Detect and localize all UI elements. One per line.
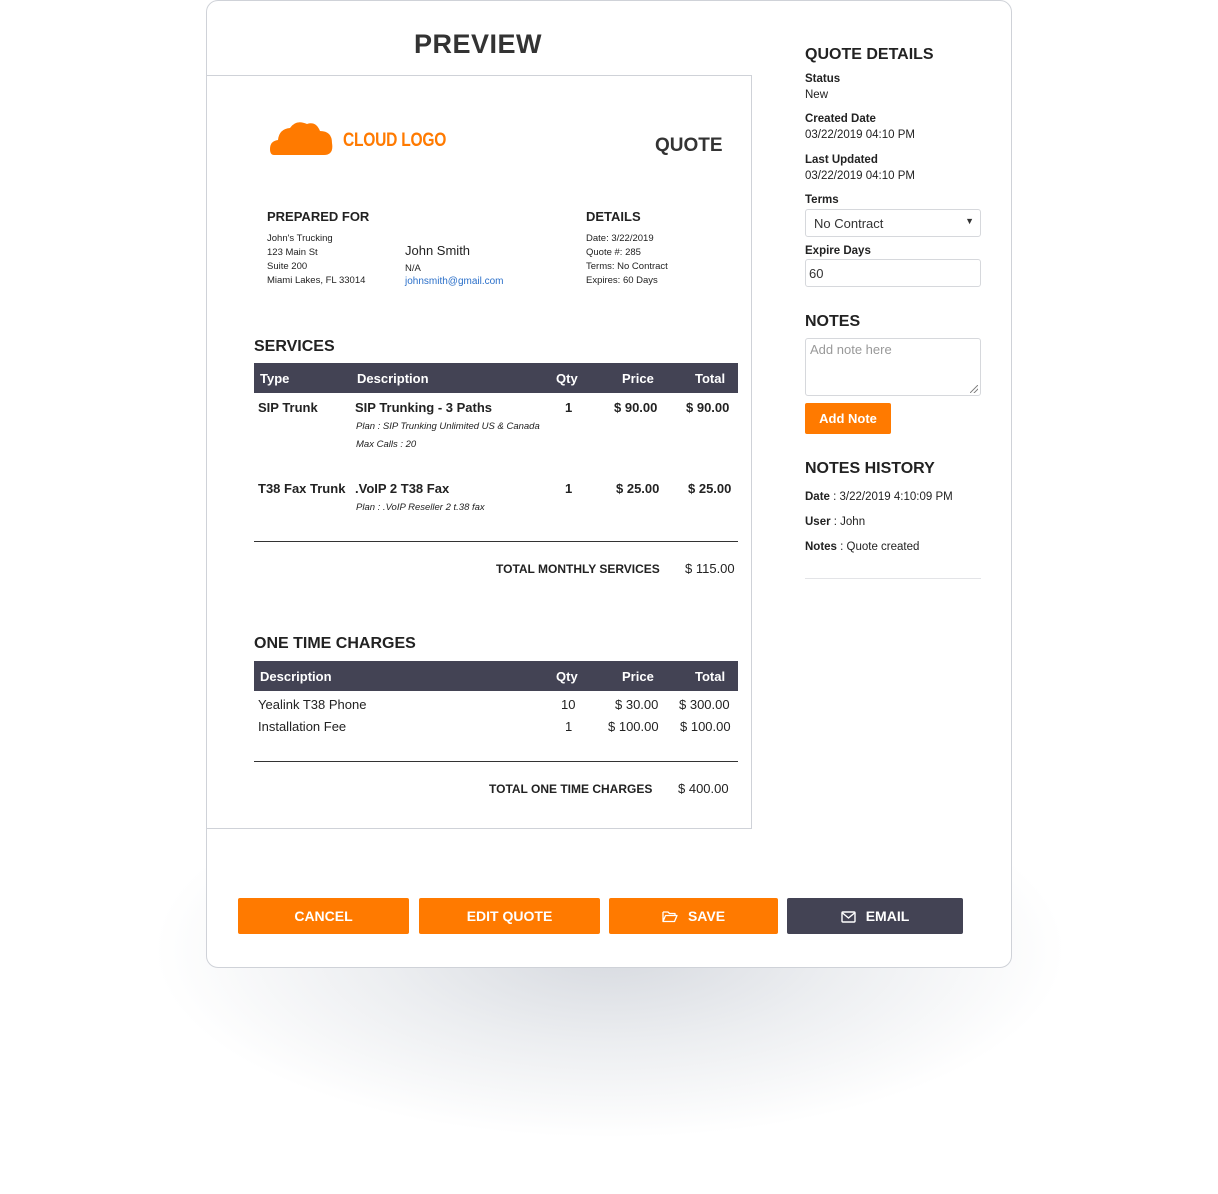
notes-history-divider	[805, 578, 981, 579]
caret-down-icon: ▼	[965, 216, 974, 226]
last-updated-value: 03/22/2019 04:10 PM	[805, 170, 915, 182]
service-row-2-qty: 1	[565, 481, 573, 496]
customer-address2: Suite 200	[267, 261, 308, 272]
charge-row-2-qty: 1	[565, 719, 573, 734]
charge-row-2-price: $ 100.00	[608, 719, 659, 734]
cancel-button[interactable]: CANCEL	[238, 898, 409, 934]
history-notes: Notes : Quote created	[805, 541, 920, 553]
edit-quote-button[interactable]: EDIT QUOTE	[419, 898, 600, 934]
prepared-for-heading: PREPARED FOR	[267, 209, 370, 224]
one-time-total-value: $ 400.00	[678, 781, 729, 796]
add-note-button[interactable]: Add Note	[805, 403, 891, 434]
logo-text: CLOUD LOGO	[343, 130, 447, 151]
services-heading: SERVICES	[254, 338, 335, 355]
service-row-1-price: $ 90.00	[614, 400, 658, 415]
services-total-label: TOTAL MONTHLY SERVICES	[496, 562, 660, 576]
notes-history-heading: NOTES HISTORY	[805, 460, 935, 477]
quote-preview-window: PREVIEW CLOUD LOGO QUOTE PREPARED FOR Jo…	[206, 0, 1012, 968]
one-time-table-header: Description Qty Price Total	[254, 661, 738, 691]
details-expires: Expires: 60 Days	[586, 275, 658, 286]
charge-row-1-price: $ 30.00	[615, 697, 659, 712]
service-row-1-extra: Max Calls : 20	[356, 439, 417, 450]
charge-row-1-description: Yealink T38 Phone	[258, 697, 367, 712]
service-row-1-type: SIP Trunk	[258, 400, 318, 415]
expire-days-label: Expire Days	[805, 245, 871, 257]
col-total: Total	[695, 371, 726, 386]
document-type: QUOTE	[655, 135, 723, 156]
details-date: Date: 3/22/2019	[586, 233, 654, 244]
col-description: Description	[260, 669, 332, 684]
quote-details-heading: QUOTE DETAILS	[805, 46, 934, 63]
created-date-label: Created Date	[805, 113, 876, 125]
envelope-icon	[841, 911, 856, 923]
resize-handle-icon[interactable]	[970, 385, 978, 393]
created-date-value: 03/22/2019 04:10 PM	[805, 129, 915, 141]
service-row-2-type: T38 Fax Trunk	[258, 481, 346, 496]
customer-city: Miami Lakes, FL 33014	[267, 275, 366, 286]
col-description: Description	[357, 371, 429, 386]
services-divider	[254, 541, 738, 542]
charge-row-1-total: $ 300.00	[679, 697, 730, 712]
details-terms: Terms: No Contract	[586, 261, 668, 272]
history-user: User : John	[805, 516, 866, 528]
one-time-heading: ONE TIME CHARGES	[254, 635, 416, 652]
save-button[interactable]: SAVE	[609, 898, 778, 934]
customer-address1: 123 Main St	[267, 247, 318, 258]
charge-row-2-total: $ 100.00	[680, 719, 731, 734]
quote-document	[207, 75, 752, 829]
folder-open-icon	[662, 911, 678, 923]
page-title: PREVIEW	[413, 29, 543, 59]
service-row-2-plan: Plan : .VoIP Reseller 2 t.38 fax	[356, 502, 485, 513]
col-type: Type	[260, 371, 290, 386]
contact-name: John Smith	[405, 243, 471, 258]
note-textarea[interactable]: Add note here	[805, 338, 981, 396]
col-qty: Qty	[556, 371, 578, 386]
service-row-2-description: .VoIP 2 T38 Fax	[355, 481, 450, 496]
history-date: Date : 3/22/2019 4:10:09 PM	[805, 491, 953, 503]
status-value: New	[805, 89, 829, 101]
service-row-1-total: $ 90.00	[686, 400, 730, 415]
status-label: Status	[805, 73, 841, 85]
terms-selected-value: No Contract	[814, 216, 884, 231]
notes-heading: NOTES	[805, 313, 861, 330]
charge-row-1-qty: 10	[561, 697, 576, 712]
details-quote-number: Quote #: 285	[586, 247, 641, 258]
col-price: Price	[622, 669, 654, 684]
service-row-1-description: SIP Trunking - 3 Paths	[355, 400, 493, 415]
col-qty: Qty	[556, 669, 578, 684]
contact-email-link[interactable]: johnsmith@gmail.com	[405, 276, 504, 287]
col-price: Price	[622, 371, 654, 386]
service-row-2-total: $ 25.00	[688, 481, 732, 496]
service-row-1-qty: 1	[565, 400, 573, 415]
terms-select[interactable]: No Contract ▼	[805, 209, 981, 237]
details-heading: DETAILS	[586, 209, 641, 224]
email-button[interactable]: EMAIL	[787, 898, 963, 934]
service-row-2-price: $ 25.00	[616, 481, 660, 496]
service-row-1-plan: Plan : SIP Trunking Unlimited US & Canad…	[356, 421, 540, 432]
charge-row-2-description: Installation Fee	[258, 719, 347, 734]
col-total: Total	[695, 669, 726, 684]
one-time-total-label: TOTAL ONE TIME CHARGES	[489, 782, 653, 796]
services-total-value: $ 115.00	[685, 561, 735, 576]
terms-label: Terms	[805, 194, 839, 206]
customer-company: John's Trucking	[267, 233, 333, 244]
note-placeholder: Add note here	[810, 342, 892, 357]
services-table-header: Type Description Qty Price Total	[254, 363, 738, 393]
contact-phone: N/A	[405, 263, 421, 274]
expire-days-input[interactable]: 60	[805, 259, 981, 287]
last-updated-label: Last Updated	[805, 154, 878, 166]
one-time-divider	[254, 761, 738, 762]
